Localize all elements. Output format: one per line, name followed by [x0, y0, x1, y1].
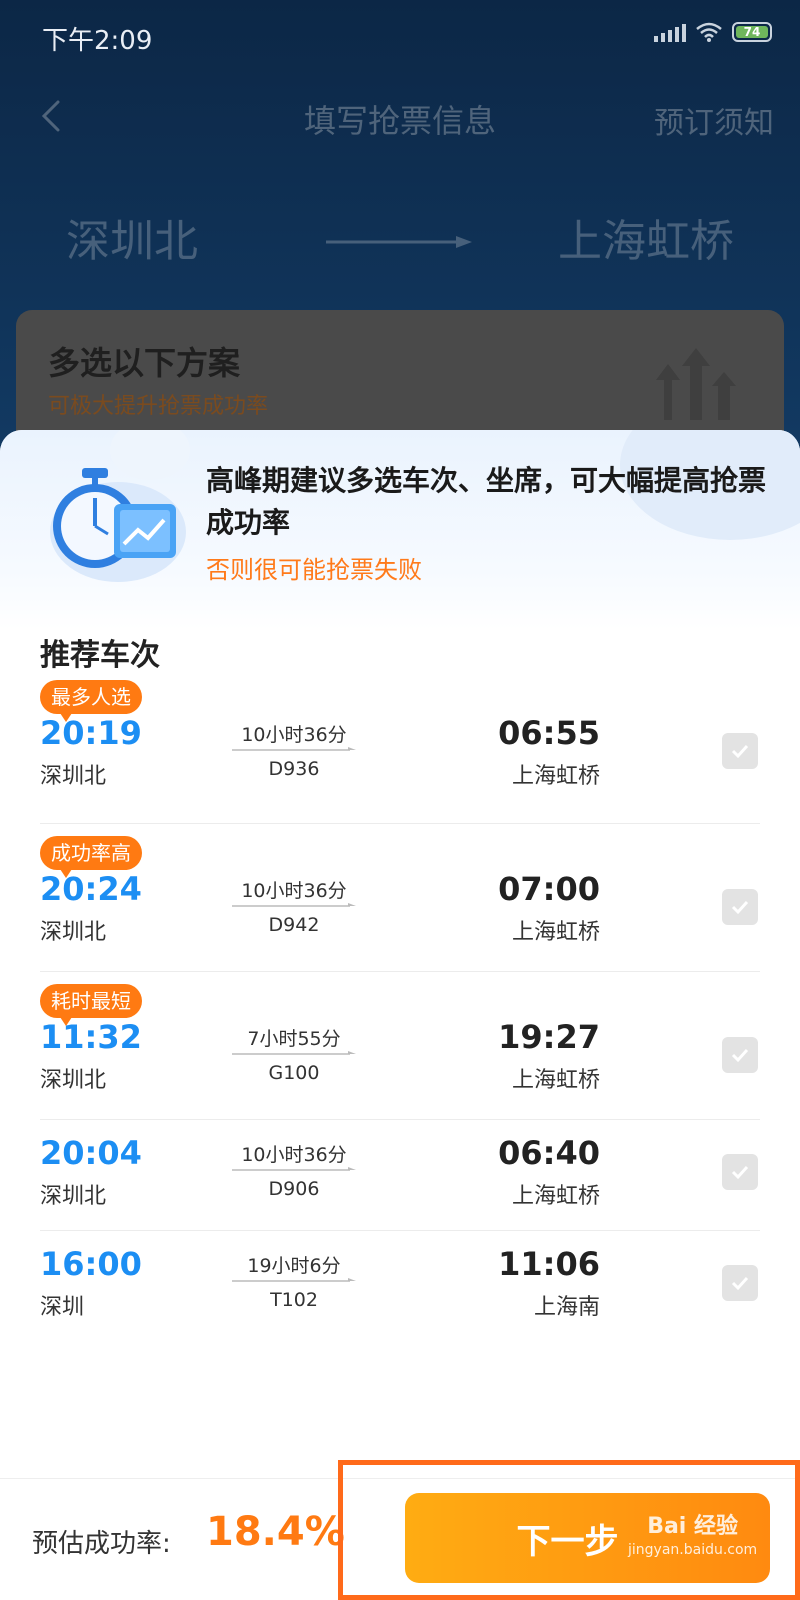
departure-station: 深圳北: [40, 920, 107, 945]
train-number: T102: [270, 1289, 318, 1311]
train-tag: 成功率高: [40, 836, 142, 878]
departure-time: 11:32: [40, 1018, 142, 1056]
duration-line: [232, 747, 356, 751]
arrival-time: 19:27: [498, 1018, 600, 1056]
train-row[interactable]: 耗时最短 11:32 深圳北 7小时55分 G100 19:27 上海虹桥: [40, 972, 760, 1120]
train-number: D942: [268, 914, 320, 936]
departure-station: 深圳北: [40, 764, 107, 789]
train-number: G100: [268, 1062, 320, 1084]
select-checkbox[interactable]: [722, 889, 758, 925]
next-step-label: 下一步: [516, 1521, 619, 1562]
arrival-station: 上海南: [533, 1295, 600, 1320]
duration-line: [232, 1167, 356, 1171]
status-bar: 下午2:09 74: [0, 0, 800, 72]
arrival-station: 上海虹桥: [511, 920, 600, 945]
success-rate-value: 18.4%: [206, 1509, 345, 1555]
arrival-station: 上海虹桥: [511, 1184, 600, 1209]
watermark-logo-text: Bai 经验: [647, 1514, 739, 1539]
departure-station: 深圳: [40, 1295, 85, 1320]
arrival-time: 11:06: [498, 1245, 600, 1283]
check-icon: [731, 1048, 749, 1063]
duration: 10小时36分: [241, 1144, 347, 1166]
sheet-header: 高峰期建议多选车次、坐席，可大幅提高抢票成功率 否则很可能抢票失败: [0, 430, 800, 630]
arrow-icon: [326, 236, 472, 248]
check-icon: [731, 900, 749, 915]
train-number: D906: [268, 1178, 320, 1200]
battery-level: 74: [736, 26, 768, 38]
train-tag: 耗时最短: [40, 984, 142, 1026]
watermark-url: jingyan.baidu.com: [628, 1542, 758, 1558]
route-from: 深圳北: [66, 216, 198, 267]
plan-title: 多选以下方案: [48, 344, 241, 382]
arrival-time: 07:00: [498, 870, 600, 908]
battery-icon: 74: [732, 22, 772, 42]
train-list: 最多人选 20:19 深圳北 10小时36分 D936 06:55 上海虹桥 成…: [40, 676, 760, 1342]
arrival-time: 06:40: [498, 1134, 600, 1172]
arrival-station: 上海虹桥: [511, 1068, 600, 1093]
watermark: Bai 经验 jingyan.baidu.com: [628, 1508, 757, 1558]
recommendation-sheet: 高峰期建议多选车次、坐席，可大幅提高抢票成功率 否则很可能抢票失败 推荐车次 最…: [0, 430, 800, 1600]
train-row[interactable]: 20:04 深圳北 10小时36分 D906 06:40 上海虹桥: [40, 1120, 760, 1231]
wifi-icon: [696, 22, 722, 42]
sheet-headline: 高峰期建议多选车次、坐席，可大幅提高抢票成功率: [206, 464, 767, 539]
arrival-station: 上海虹桥: [511, 764, 600, 789]
success-rate-label: 预估成功率:: [32, 1529, 171, 1559]
duration-line: [232, 1278, 356, 1282]
departure-station: 深圳北: [40, 1184, 107, 1209]
departure-time: 16:00: [40, 1245, 142, 1283]
select-checkbox[interactable]: [722, 1154, 758, 1190]
select-checkbox[interactable]: [722, 733, 758, 769]
duration: 19小时6分: [247, 1255, 341, 1277]
duration-line: [232, 903, 356, 907]
train-row[interactable]: 成功率高 20:24 深圳北 10小时36分 D942 07:00 上海虹桥: [40, 824, 760, 972]
duration: 10小时36分: [241, 724, 347, 746]
plan-subtitle: 可极大提升抢票成功率: [48, 394, 269, 419]
status-icons: 74: [654, 22, 772, 42]
check-icon: [731, 744, 749, 759]
duration: 7小时55分: [247, 1028, 341, 1050]
duration-line: [232, 1051, 356, 1055]
train-tag: 最多人选: [40, 680, 142, 722]
arrows-up-icon: [656, 348, 736, 420]
select-checkbox[interactable]: [722, 1037, 758, 1073]
section-title: 推荐车次: [40, 638, 160, 673]
select-checkbox[interactable]: [722, 1265, 758, 1301]
signal-icon: [654, 22, 686, 42]
sheet-warning: 否则很可能抢票失败: [206, 556, 422, 584]
departure-time: 20:24: [40, 870, 142, 908]
train-row[interactable]: 16:00 深圳 19小时6分 T102 11:06 上海南: [40, 1231, 760, 1342]
departure-station: 深圳北: [40, 1068, 107, 1093]
arrival-time: 06:55: [498, 714, 600, 752]
check-icon: [731, 1276, 749, 1291]
nav-bar: 填写抢票信息 预订须知: [0, 88, 800, 148]
departure-time: 20:04: [40, 1134, 142, 1172]
status-time: 下午2:09: [42, 26, 153, 56]
duration: 10小时36分: [241, 880, 347, 902]
departure-time: 20:19: [40, 714, 142, 752]
booking-notice-link[interactable]: 预订须知: [654, 98, 774, 142]
stopwatch-chart-icon: [50, 468, 186, 582]
check-icon: [731, 1165, 749, 1180]
background-page: 下午2:09 74 填写抢票信息 预订须知 深圳北 上海虹桥 多选以下方案 可极…: [0, 0, 800, 470]
train-number: D936: [268, 758, 320, 780]
train-row[interactable]: 最多人选 20:19 深圳北 10小时36分 D936 06:55 上海虹桥: [40, 676, 760, 824]
route: 深圳北 上海虹桥: [0, 205, 800, 275]
route-to: 上海虹桥: [558, 216, 734, 267]
